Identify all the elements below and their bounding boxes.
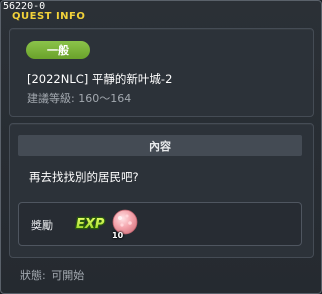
exp-icon: EXP EXP — [75, 216, 106, 231]
reward-label: 獎勵 — [31, 219, 53, 232]
quest-summary-panel: 一般 [2022NLC] 平靜的新叶城-2 建議等級: 160～164 — [9, 28, 314, 117]
quest-content-panel: 內容 再去找找別的居民吧? 獎勵 EXP EXP 10 — [9, 123, 314, 258]
reward-box: 獎勵 EXP EXP 10 — [18, 202, 302, 246]
quest-category-badge: 一般 — [26, 41, 90, 59]
svg-text:EXP: EXP — [76, 217, 105, 231]
window-title: QUEST INFO — [12, 11, 86, 22]
content-header: 內容 — [18, 135, 302, 156]
quest-info-window: 56220-0 QUEST INFO 一般 [2022NLC] 平靜的新叶城-2… — [0, 0, 322, 294]
level-requirement: 建議等級: 160～164 — [27, 92, 132, 105]
orb-count: 10 — [112, 231, 124, 240]
status-label: 狀態: — [20, 269, 46, 282]
quest-name: [2022NLC] 平靜的新叶城-2 — [27, 72, 173, 86]
status-value: 可開始 — [51, 269, 85, 282]
status-line: 狀態: 可開始 — [20, 267, 84, 283]
content-text: 再去找找別的居民吧? — [29, 170, 139, 184]
